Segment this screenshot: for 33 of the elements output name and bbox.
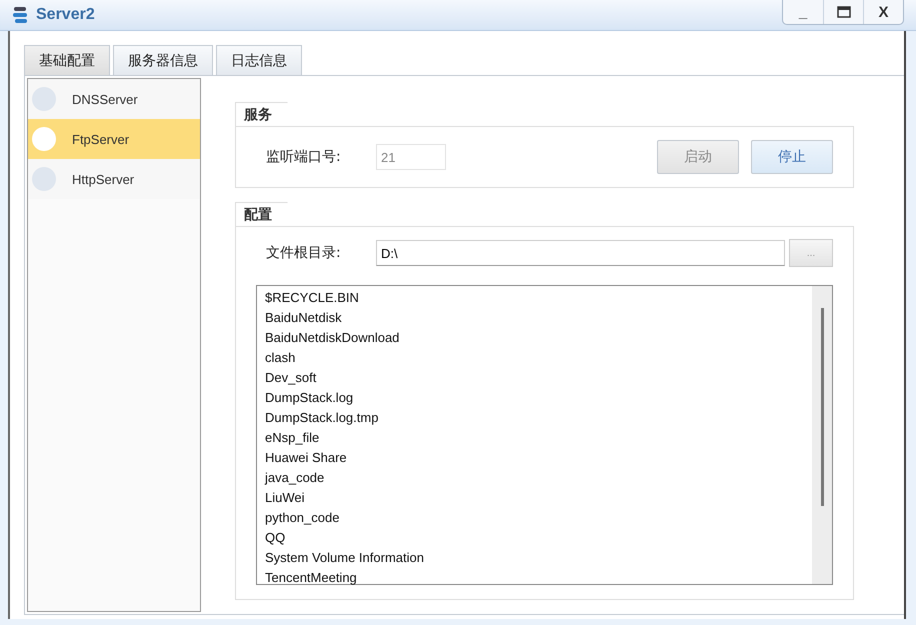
file-item[interactable]: eNsp_file	[265, 428, 804, 448]
file-item[interactable]: System Volume Information	[265, 548, 804, 568]
file-item[interactable]: python_code	[265, 508, 804, 528]
scrollbar[interactable]	[812, 286, 832, 584]
file-item[interactable]: Huawei Share	[265, 448, 804, 468]
file-item[interactable]: QQ	[265, 528, 804, 548]
file-item[interactable]: $RECYCLE.BIN	[265, 288, 804, 308]
server-item[interactable]: FtpServer	[28, 119, 200, 159]
file-item[interactable]: Dev_soft	[265, 368, 804, 388]
status-icon	[32, 127, 56, 151]
tab[interactable]: 基础配置	[24, 45, 110, 75]
server-icon	[12, 5, 30, 25]
root-label: 文件根目录:	[265, 244, 342, 262]
file-item[interactable]: LiuWei	[265, 488, 804, 508]
root-path-field[interactable]: D:\	[376, 240, 785, 266]
file-item[interactable]: DumpStack.log.tmp	[265, 408, 804, 428]
port-field[interactable]: 21	[376, 144, 446, 170]
status-icon	[32, 87, 56, 111]
file-item[interactable]: TencentMeeting	[265, 568, 804, 588]
tab[interactable]: 服务器信息	[113, 45, 213, 75]
file-item[interactable]: BaiduNetdisk	[265, 308, 804, 328]
stop-button[interactable]: 停止	[751, 140, 833, 174]
status-icon	[32, 167, 56, 191]
file-item[interactable]: BaiduNetdiskDownload	[265, 328, 804, 348]
minimize-button[interactable]: _	[783, 0, 823, 24]
file-item[interactable]: java_code	[265, 468, 804, 488]
file-item[interactable]: clash	[265, 348, 804, 368]
port-label: 监听端口号:	[265, 148, 342, 166]
file-item[interactable]: DumpStack.log	[265, 388, 804, 408]
close-button[interactable]: X	[863, 0, 903, 24]
maximize-icon	[836, 6, 850, 18]
tab[interactable]: 日志信息	[216, 45, 302, 75]
window-title: Server2	[36, 6, 96, 24]
